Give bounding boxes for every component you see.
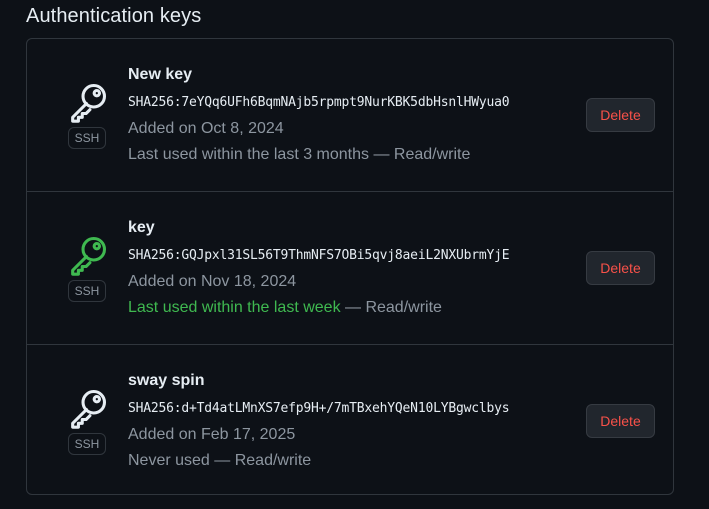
key-row: SSH sway spin SHA256:d+Td4atLMnXS7efp9H+… bbox=[27, 344, 673, 494]
key-added-date: Added on Oct 8, 2024 bbox=[128, 120, 284, 137]
key-access: — Read/write bbox=[209, 452, 312, 469]
key-access: — Read/write bbox=[369, 146, 471, 163]
ssh-label: SSH bbox=[68, 280, 106, 302]
section-title: Authentication keys bbox=[26, 5, 202, 27]
key-fingerprint: SHA256:GQJpxl31SL56T9ThmNFS7OBi5qvj8aeiL… bbox=[128, 248, 510, 263]
delete-key-button[interactable]: Delete bbox=[586, 404, 655, 438]
key-usage: Last used within the last week — Read/wr… bbox=[128, 299, 442, 317]
key-added-date: Added on Feb 17, 2025 bbox=[128, 426, 296, 443]
key-access: — Read/write bbox=[340, 299, 442, 316]
delete-key-button[interactable]: Delete bbox=[586, 98, 655, 132]
key-usage: Last used within the last 3 months — Rea… bbox=[128, 146, 470, 164]
key-row: SSH key SHA256:GQJpxl31SL56T9ThmNFS7OBi5… bbox=[27, 191, 673, 343]
key-title: New key bbox=[128, 66, 193, 83]
ssh-label: SSH bbox=[68, 127, 106, 149]
key-last-used: Never used bbox=[128, 452, 210, 469]
key-added-date: Added on Nov 18, 2024 bbox=[128, 273, 297, 290]
key-usage: Never used — Read/write bbox=[128, 452, 311, 470]
key-icon bbox=[65, 232, 111, 278]
key-fingerprint: SHA256:d+Td4atLMnXS7efp9H+/7mTBxehYQeN10… bbox=[128, 401, 510, 416]
key-icon bbox=[65, 385, 111, 431]
ssh-label: SSH bbox=[68, 433, 106, 455]
delete-key-button[interactable]: Delete bbox=[586, 251, 655, 285]
keys-list: SSH New key SHA256:7eYQq6UFh6BqmNAjb5rpm… bbox=[26, 38, 674, 495]
key-last-used: Last used within the last 3 months bbox=[128, 146, 370, 163]
key-fingerprint: SHA256:7eYQq6UFh6BqmNAjb5rpmpt9NurKBK5db… bbox=[128, 95, 510, 110]
key-row: SSH New key SHA256:7eYQq6UFh6BqmNAjb5rpm… bbox=[27, 39, 673, 191]
key-title: sway spin bbox=[128, 372, 205, 389]
key-icon bbox=[65, 79, 111, 125]
key-last-used: Last used within the last week bbox=[128, 299, 341, 316]
key-title: key bbox=[128, 219, 155, 236]
